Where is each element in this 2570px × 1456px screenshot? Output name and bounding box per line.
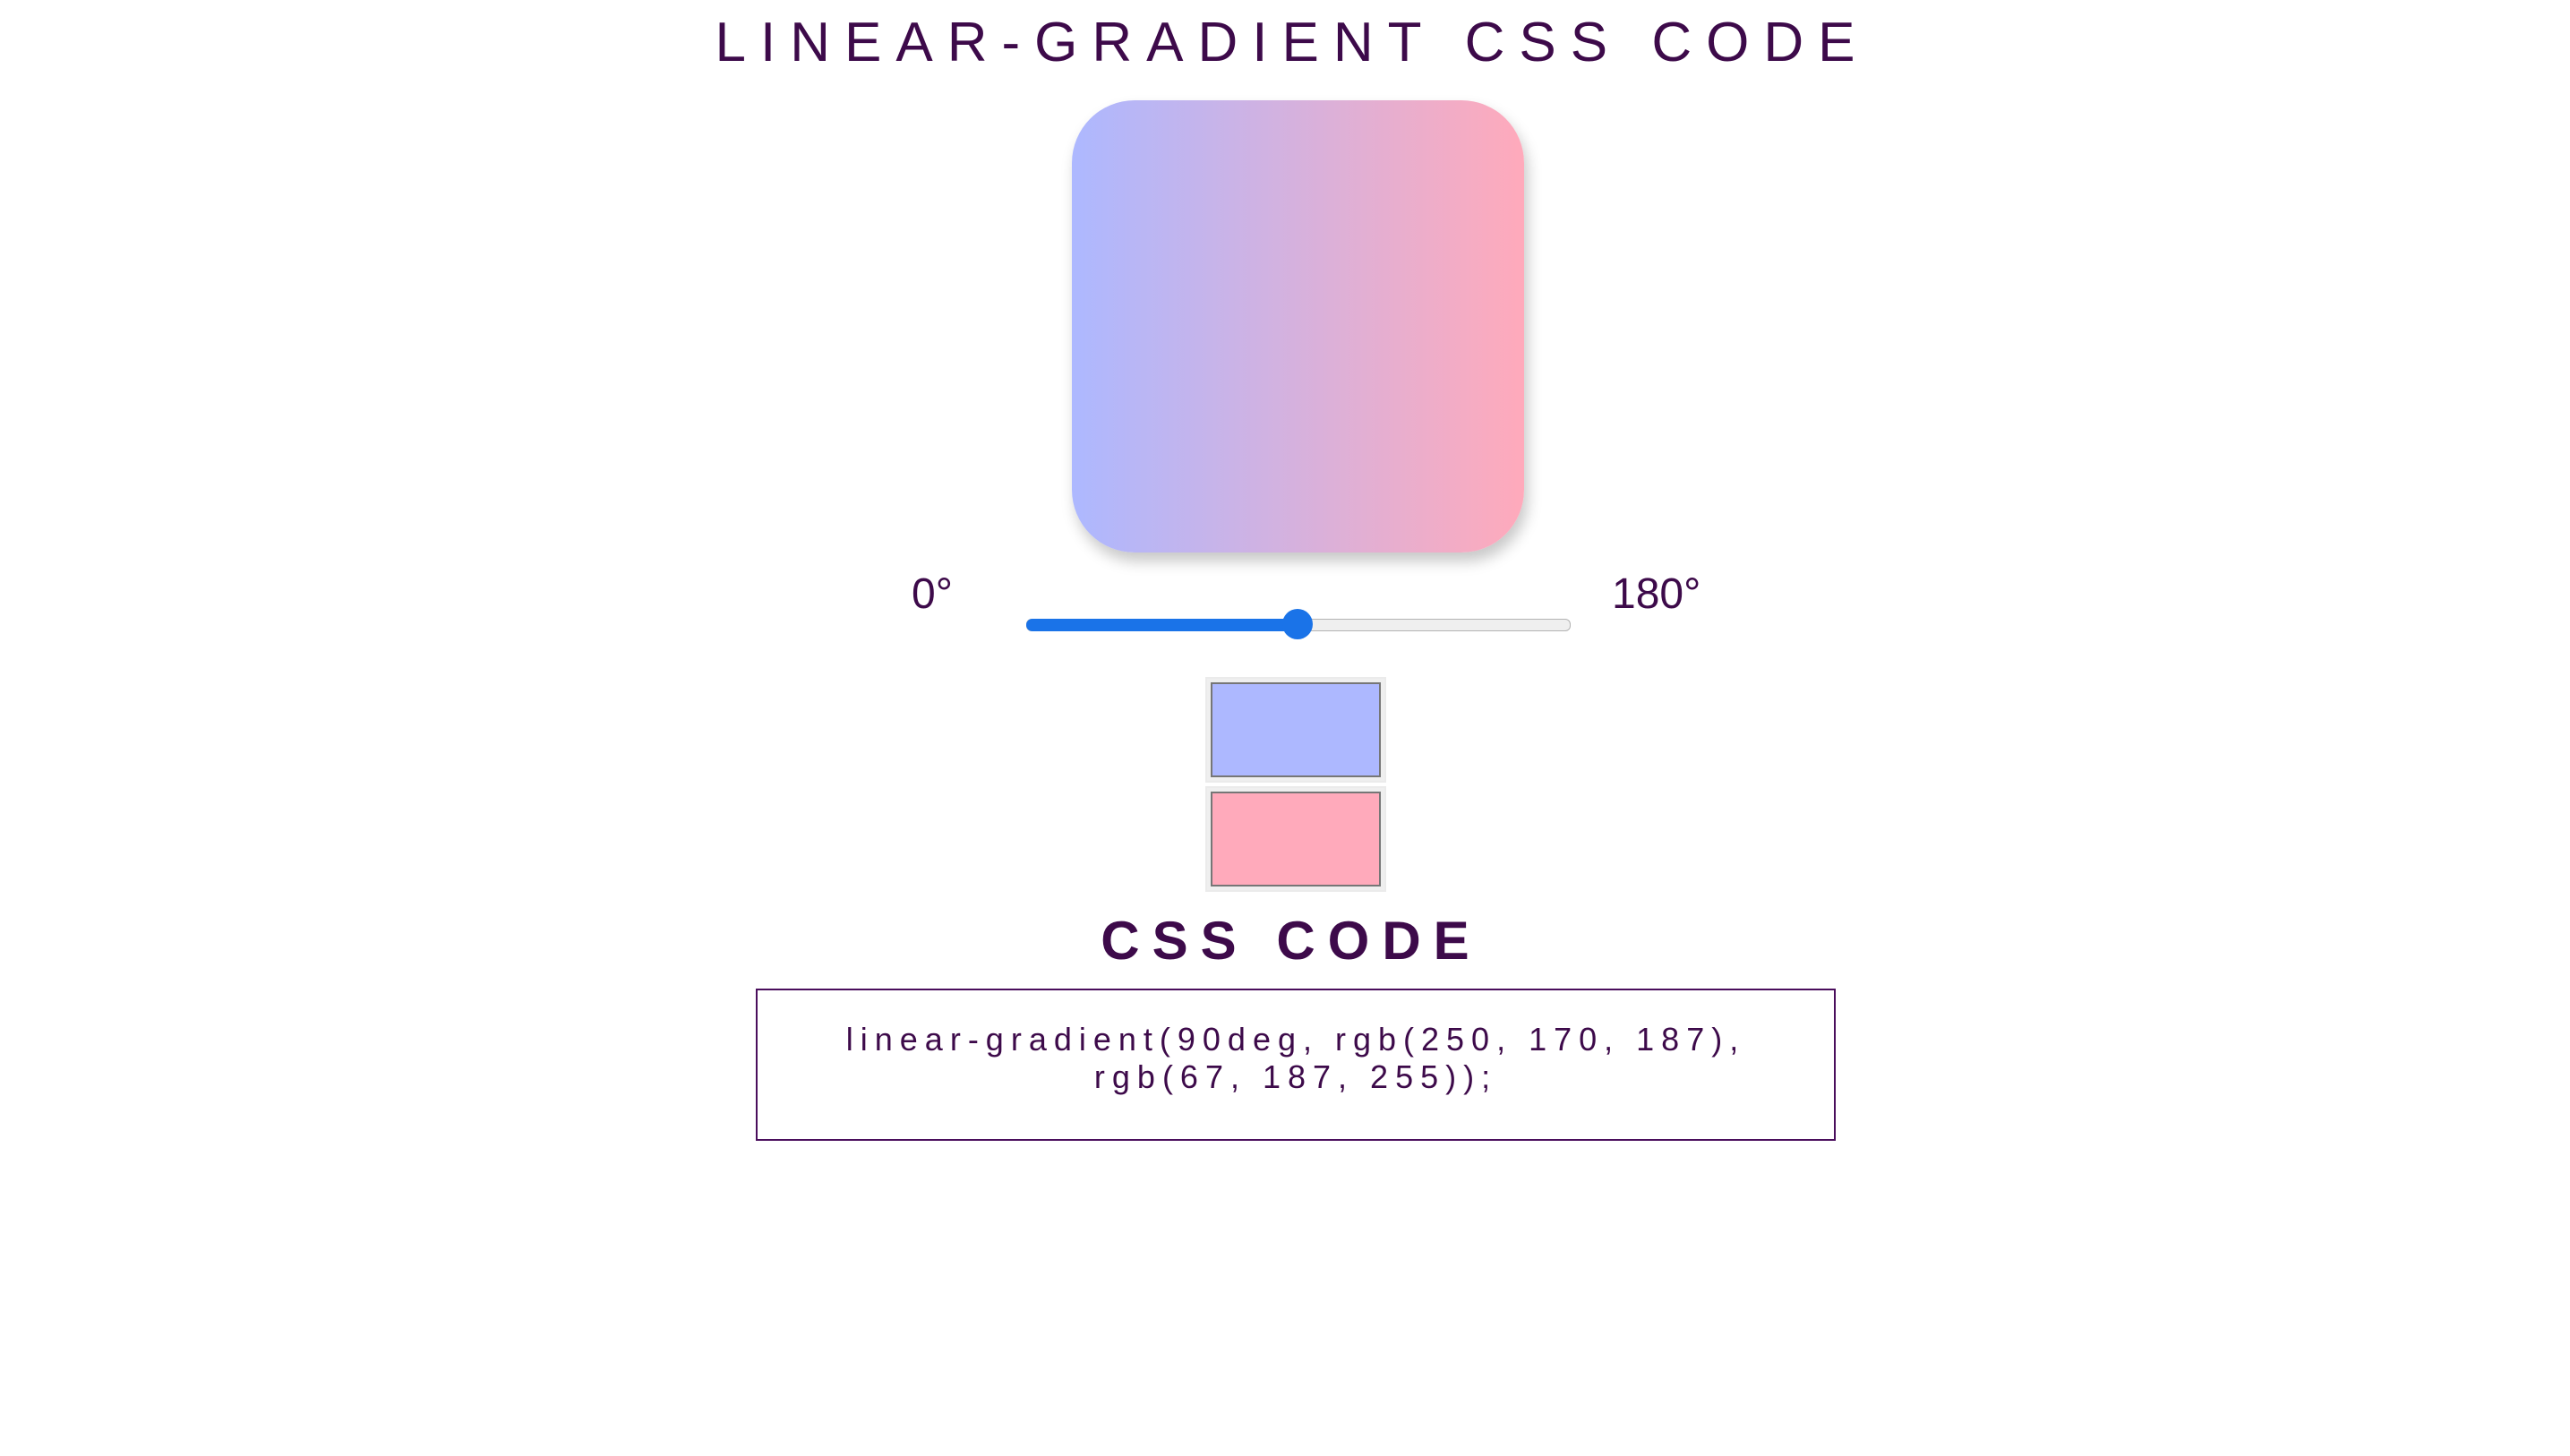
slider-thumb[interactable] <box>1282 609 1313 639</box>
color-swatch-start <box>1211 682 1381 777</box>
color-swatch-end <box>1211 792 1381 886</box>
slider-min-label: 0° <box>912 570 953 618</box>
css-code-output: linear-gradient(90deg, rgb(250, 170, 187… <box>756 989 1836 1141</box>
angle-slider[interactable] <box>1026 609 1571 639</box>
color-input-end[interactable] <box>1205 786 1386 892</box>
page-title: LINEAR-GRADIENT CSS CODE <box>715 12 1870 73</box>
gradient-preview <box>1072 100 1524 552</box>
color-input-start[interactable] <box>1205 677 1386 783</box>
css-code-heading: CSS CODE <box>1101 911 1482 971</box>
slider-fill <box>1026 619 1298 631</box>
slider-max-label: 180° <box>1612 570 1701 618</box>
